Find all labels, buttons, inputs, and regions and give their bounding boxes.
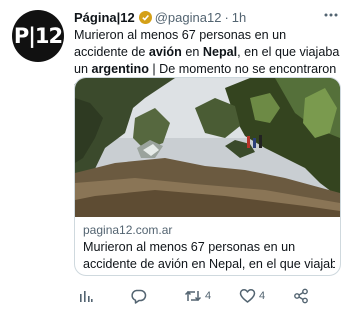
tweet-time[interactable]: 1h bbox=[232, 10, 246, 25]
avatar-logo-text: P|12 bbox=[13, 24, 63, 48]
avatar[interactable]: P|12 bbox=[12, 10, 64, 62]
tweet-text-bold-nepal: Nepal bbox=[202, 45, 238, 59]
card-title: Murieron al menos 67 personas en un acci… bbox=[83, 239, 335, 273]
tweet-text-bold-avion: avión bbox=[148, 45, 182, 59]
verified-badge-icon bbox=[138, 11, 152, 24]
tweet-header: Página|12 @pagina12 · 1h bbox=[74, 9, 326, 27]
reply-icon bbox=[131, 289, 147, 304]
heart-icon bbox=[239, 289, 256, 303]
tweet-text-part: en bbox=[181, 45, 203, 59]
card-title-line: Murieron al menos 67 personas en un bbox=[83, 240, 296, 254]
card-domain: pagina12.com.ar bbox=[83, 223, 173, 237]
retweet-count: 4 bbox=[205, 290, 212, 302]
author-name[interactable]: Página|12 bbox=[74, 10, 135, 25]
like-count: 4 bbox=[259, 290, 266, 302]
like-button[interactable]: 4 bbox=[239, 286, 265, 306]
reply-button[interactable] bbox=[130, 286, 147, 306]
header-separator: · bbox=[224, 10, 229, 25]
retweet-button[interactable]: 4 bbox=[184, 286, 211, 306]
link-card[interactable]: pagina12.com.ar Murieron al menos 67 per… bbox=[74, 77, 341, 276]
share-button[interactable] bbox=[293, 286, 309, 306]
crash-site-photo bbox=[75, 78, 340, 217]
tweet-actions: 4 4 bbox=[74, 286, 336, 306]
more-options-icon[interactable] bbox=[322, 6, 340, 24]
author-handle[interactable]: @pagina12 bbox=[155, 10, 222, 25]
card-title-line: accidente de avión en Nepal, en el que v… bbox=[83, 257, 335, 271]
share-icon bbox=[294, 288, 308, 304]
retweet-icon bbox=[184, 290, 202, 302]
bar-chart-icon bbox=[80, 291, 93, 302]
tweet-text-bold-argentino: argentino bbox=[91, 62, 149, 76]
views-button[interactable] bbox=[78, 286, 94, 306]
